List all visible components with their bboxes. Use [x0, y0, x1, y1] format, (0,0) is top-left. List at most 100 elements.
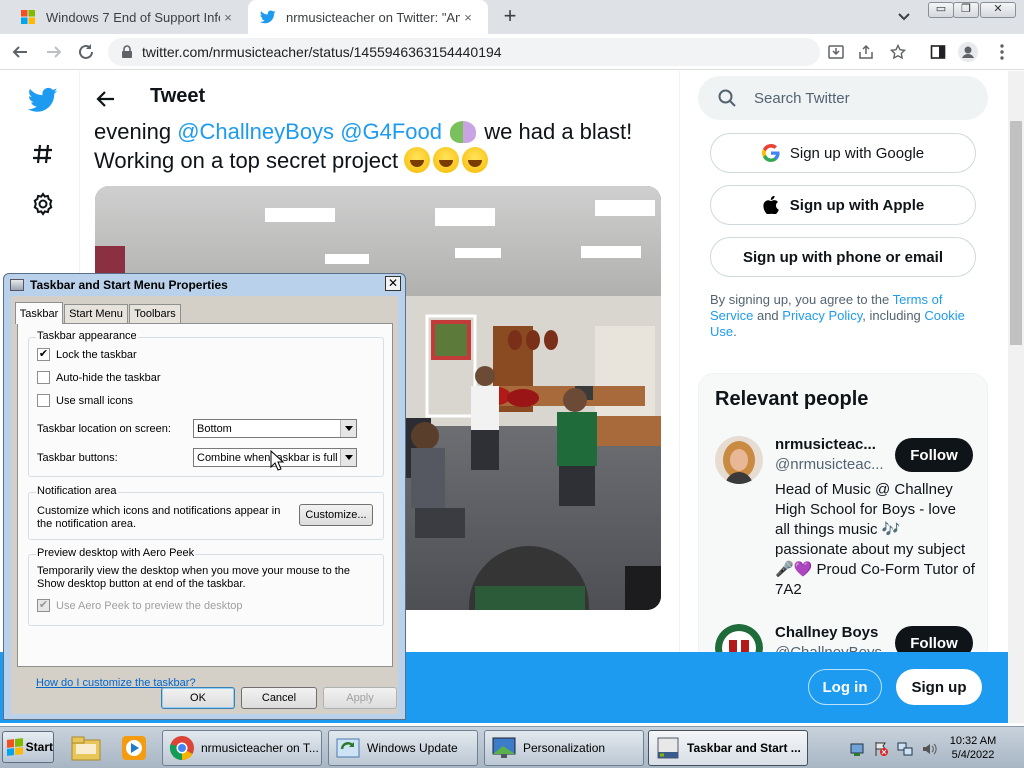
mention-link[interactable]: @G4Food	[340, 119, 442, 144]
grinning-emoji	[433, 147, 460, 173]
share-icon[interactable]	[856, 42, 876, 62]
explorer-folder-icon[interactable]	[66, 731, 106, 765]
aero-peek-group: Preview desktop with Aero Peek Temporari…	[28, 547, 384, 626]
avatar[interactable]	[715, 436, 763, 484]
signup-apple-label: Sign up with Apple	[789, 196, 925, 214]
system-tray: 10:32 AM 5/4/2022	[843, 730, 1023, 766]
person-handle: @nrmusicteac...	[775, 456, 884, 473]
group-label: Preview desktop with Aero Peek	[36, 547, 196, 559]
signup-google-button[interactable]: Sign up with Google	[710, 133, 976, 173]
tab-search-chevron-icon[interactable]	[894, 9, 914, 25]
small-icons-checkbox[interactable]: Use small icons	[37, 394, 133, 407]
taskbar-item-chrome[interactable]: nrmusicteacher on T...	[162, 730, 322, 766]
windows-logo-icon	[21, 10, 35, 24]
tweet-text: evening @ChallneyBoys @G4Food we had a b…	[94, 117, 664, 175]
dialog-close-button[interactable]: ✕	[385, 276, 401, 291]
mention-link[interactable]: @ChallneyBoys	[177, 119, 334, 144]
bookmark-star-icon[interactable]	[888, 42, 908, 62]
side-panel-icon[interactable]	[928, 42, 948, 62]
profile-avatar-icon[interactable]	[958, 42, 978, 62]
page-title: Tweet	[150, 85, 206, 107]
taskbar-item-personalization[interactable]: Personalization	[484, 730, 644, 766]
install-app-icon[interactable]	[826, 42, 846, 62]
follow-button[interactable]: Follow	[895, 438, 973, 472]
windows-taskbar: Start nrmusicteacher on T... Windows Upd…	[0, 726, 1024, 768]
search-box[interactable]: Search Twitter	[698, 76, 988, 120]
signup-phone-email-button[interactable]: Sign up with phone or email	[710, 237, 976, 277]
taskbar-tab-panel: Taskbar appearance ✔ Lock the taskbar Au…	[17, 323, 393, 689]
explore-hashtag-icon[interactable]	[28, 139, 58, 169]
action-center-flag-icon[interactable]	[873, 741, 889, 757]
lock-icon	[122, 45, 132, 58]
reload-icon	[79, 44, 93, 59]
checkbox-label: Lock the taskbar	[56, 348, 137, 361]
login-button[interactable]: Log in	[808, 669, 882, 705]
legal-period: .	[733, 324, 737, 339]
forward-arrow-icon	[47, 46, 62, 58]
tab-start-menu[interactable]: Start Menu	[64, 304, 128, 323]
close-tab-icon[interactable]: ×	[460, 10, 476, 25]
tab-title: nrmusicteacher on Twitter: "Ama	[286, 9, 460, 25]
dialog-body: Taskbar Start Menu Toolbars Taskbar appe…	[11, 296, 398, 714]
taskbar-clock[interactable]: 10:32 AM 5/4/2022	[943, 734, 1003, 762]
signup-apple-button[interactable]: Sign up with Apple	[710, 185, 976, 225]
privacy-link[interactable]: Privacy Policy	[782, 308, 862, 323]
legal-prefix: By signing up, you agree to the	[710, 292, 893, 307]
person-name[interactable]: nrmusicteac...	[775, 436, 876, 453]
checkbox-label: Use small icons	[56, 394, 134, 407]
signup-button[interactable]: Sign up	[896, 669, 982, 705]
close-tab-icon[interactable]: ×	[220, 10, 236, 25]
cancel-button[interactable]: Cancel	[241, 687, 317, 709]
page-scrollbar[interactable]	[1008, 71, 1024, 723]
ok-button[interactable]: OK	[161, 687, 235, 709]
back-arrow-icon[interactable]	[94, 87, 118, 111]
lock-taskbar-checkbox[interactable]: ✔ Lock the taskbar	[37, 348, 137, 361]
customize-button[interactable]: Customize...	[299, 504, 373, 526]
tab-windows7-support[interactable]: Windows 7 End of Support Info ×	[8, 0, 248, 34]
browser-menu-icon[interactable]	[992, 42, 1012, 62]
scrollbar-thumb[interactable]	[1010, 121, 1022, 345]
new-tab-button[interactable]: +	[498, 5, 522, 29]
location-label: Taskbar location on screen:	[37, 423, 171, 435]
settings-gear-icon[interactable]	[28, 189, 58, 219]
dropdown-arrow-icon[interactable]	[340, 449, 356, 466]
taskbar-item-label: nrmusicteacher on T...	[201, 741, 319, 755]
tab-toolbars[interactable]: Toolbars	[129, 304, 181, 323]
tab-taskbar[interactable]: Taskbar	[15, 302, 63, 324]
reload-button[interactable]	[74, 40, 98, 64]
dialog-titlebar[interactable]: Taskbar and Start Menu Properties	[4, 274, 405, 296]
checkbox-label: Auto-hide the taskbar	[56, 371, 161, 384]
window-close-button[interactable]: ✕	[980, 2, 1016, 18]
apple-logo-icon	[762, 196, 780, 214]
browser-tabstrip: Windows 7 End of Support Info × nrmusict…	[0, 0, 1024, 34]
search-icon	[718, 89, 736, 107]
screen: Windows 7 End of Support Info × nrmusict…	[0, 0, 1024, 768]
volume-speaker-icon[interactable]	[921, 741, 937, 757]
checkbox-box[interactable]: ✔	[37, 348, 50, 361]
start-button[interactable]: Start	[2, 731, 54, 763]
checkbox-label: Use Aero Peek to preview the desktop	[56, 599, 243, 612]
taskbar-item-taskbar-properties[interactable]: Taskbar and Start ...	[648, 730, 808, 766]
maximize-button[interactable]: ❐	[953, 2, 979, 18]
address-bar[interactable]: twitter.com/nrmusicteacher/status/145594…	[108, 38, 820, 66]
checkbox-box[interactable]	[37, 371, 50, 384]
taskbar-appearance-group: Taskbar appearance ✔ Lock the taskbar Au…	[28, 330, 384, 477]
twitter-logo-icon[interactable]	[28, 85, 58, 115]
network-icon[interactable]	[897, 741, 913, 757]
google-g-icon	[761, 144, 780, 162]
search-placeholder: Search Twitter	[754, 89, 850, 107]
media-player-icon[interactable]	[114, 731, 154, 765]
person-name[interactable]: Challney Boys	[775, 624, 878, 641]
network-sharing-icon[interactable]	[849, 741, 865, 757]
checkbox-box[interactable]	[37, 394, 50, 407]
forward-button[interactable]	[42, 40, 66, 64]
tab-twitter[interactable]: nrmusicteacher on Twitter: "Ama ×	[248, 0, 488, 34]
clock-date: 5/4/2022	[951, 749, 995, 761]
taskbar-item-windows-update[interactable]: Windows Update	[328, 730, 478, 766]
dropdown-arrow-icon[interactable]	[340, 420, 356, 437]
minimize-button[interactable]: ▭	[928, 2, 954, 18]
grinning-emoji	[462, 147, 489, 173]
taskbar-location-select[interactable]: Bottom	[193, 419, 357, 438]
autohide-taskbar-checkbox[interactable]: Auto-hide the taskbar	[37, 371, 161, 384]
back-button[interactable]	[8, 40, 32, 64]
